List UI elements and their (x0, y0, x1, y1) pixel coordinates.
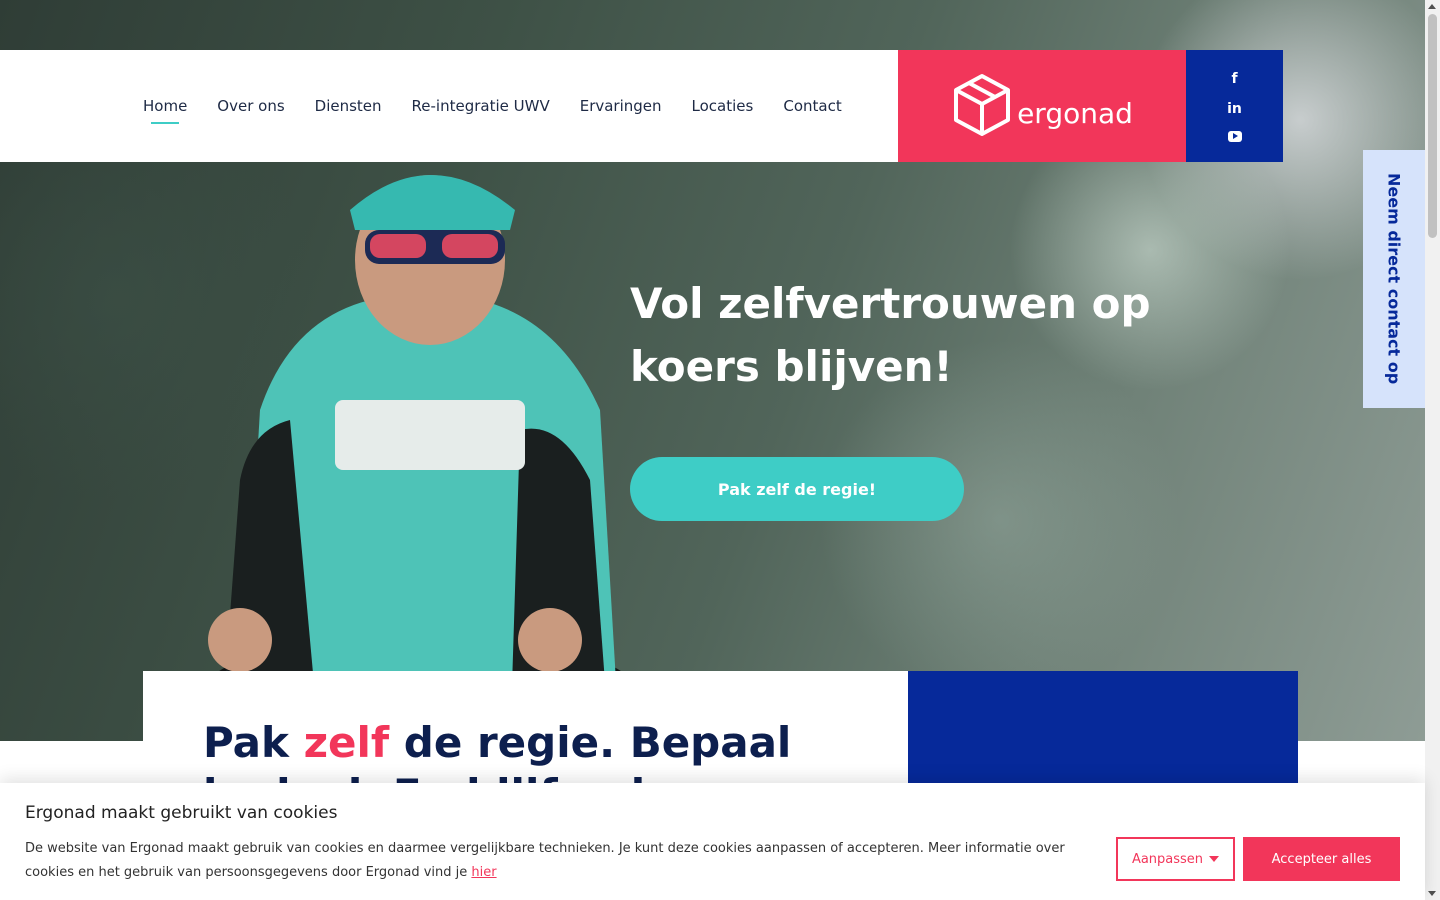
ergonad-logo-icon (954, 74, 1011, 136)
youtube-icon[interactable] (1227, 130, 1242, 142)
hero-title: Vol zelfvertrouwen op koers blijven! (630, 279, 1151, 391)
nav-home[interactable]: Home (143, 96, 187, 124)
scrollbar-thumb[interactable] (1428, 14, 1437, 238)
nav-locaties[interactable]: Locaties (692, 96, 754, 116)
header-bar: Home Over ons Diensten Re-integratie UWV… (0, 50, 898, 162)
logo[interactable]: ergonad (898, 50, 1186, 162)
cookie-banner: Ergonad maakt gebruikt van cookies De we… (0, 783, 1425, 900)
facebook-icon[interactable]: f (1231, 71, 1237, 87)
main-nav: Home Over ons Diensten Re-integratie UWV… (143, 96, 872, 124)
nav-re-integratie-uwv[interactable]: Re-integratie UWV (412, 96, 550, 116)
contact-side-tab-label: Neem direct contact op (1384, 173, 1404, 385)
intro-title-start: Pak (203, 718, 304, 767)
linkedin-icon[interactable]: in (1227, 101, 1242, 117)
nav-ervaringen[interactable]: Ervaringen (580, 96, 662, 116)
logo-wordmark: ergonad (1017, 96, 1133, 130)
social-links: f in (1186, 50, 1283, 162)
intro-title-accent: zelf (303, 718, 390, 767)
page-scrollbar[interactable] (1425, 0, 1440, 900)
cookie-title: Ergonad maakt gebruikt van cookies (25, 803, 338, 823)
cookie-customize-button[interactable]: Aanpassen (1116, 837, 1235, 881)
scroll-up-arrow-icon[interactable] (1428, 4, 1436, 9)
nav-diensten[interactable]: Diensten (315, 96, 382, 116)
cookie-text-body: De website van Ergonad maakt gebruik van… (25, 841, 1065, 880)
chevron-down-icon (1209, 856, 1220, 862)
cookie-customize-label: Aanpassen (1131, 851, 1204, 867)
cookie-text: De website van Ergonad maakt gebruik van… (25, 837, 1105, 885)
scroll-down-arrow-icon[interactable] (1428, 891, 1436, 896)
nav-contact[interactable]: Contact (783, 96, 841, 116)
cyclist-image (190, 175, 640, 741)
contact-side-tab[interactable]: Neem direct contact op (1363, 150, 1425, 408)
cookie-accept-all-button[interactable]: Accepteer alles (1243, 837, 1400, 881)
cookie-more-info-link[interactable]: hier (471, 865, 496, 880)
hero-cta-button[interactable]: Pak zelf de regie! (630, 457, 964, 521)
nav-over-ons[interactable]: Over ons (217, 96, 284, 116)
